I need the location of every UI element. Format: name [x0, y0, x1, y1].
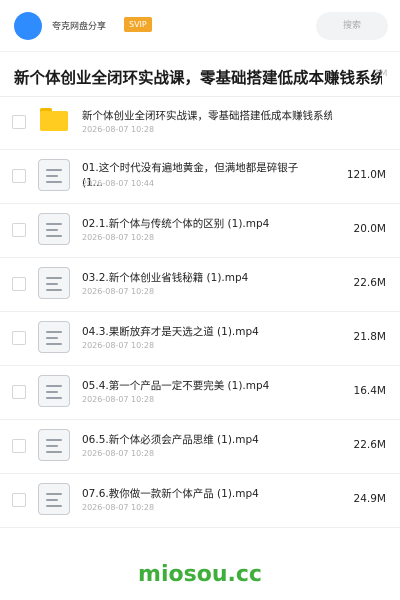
file-size: 20.0M — [353, 223, 386, 235]
header-bar: 夸克网盘分享 SVIP 搜索 — [0, 0, 400, 52]
file-name: 05.4.第一个产品一定不要完美 (1).mp4 — [82, 380, 270, 392]
file-row[interactable]: 01.这个时代没有遍地黄金，但满地都是碎银子 (1... 2026-08-07 … — [0, 150, 400, 204]
file-size: 21.8M — [353, 331, 386, 343]
row-checkbox[interactable] — [12, 115, 26, 129]
file-size: 22.6M — [353, 439, 386, 451]
file-size: 22.6M — [353, 277, 386, 289]
file-date: 2026-08-07 10:28 — [82, 341, 155, 350]
file-row[interactable]: 07.6.教你做一款新个体产品 (1).mp4 2026-08-07 10:28… — [0, 474, 400, 528]
row-checkbox[interactable] — [12, 331, 26, 345]
file-date: 2026-08-07 10:44 — [82, 179, 155, 188]
row-checkbox[interactable] — [12, 385, 26, 399]
row-checkbox[interactable] — [12, 439, 26, 453]
file-date: 2026-08-07 10:28 — [82, 125, 155, 134]
document-icon — [38, 267, 70, 299]
document-icon — [38, 429, 70, 461]
file-date: 2026-08-07 10:28 — [82, 233, 155, 242]
avatar[interactable] — [14, 12, 42, 40]
row-checkbox[interactable] — [12, 493, 26, 507]
file-size: 16.4M — [353, 385, 386, 397]
row-checkbox[interactable] — [12, 277, 26, 291]
file-row[interactable]: 03.2.新个体创业省钱秘籍 (1).mp4 2026-08-07 10:28 … — [0, 258, 400, 312]
search-input[interactable]: 搜索 — [316, 12, 388, 40]
file-name: 03.2.新个体创业省钱秘籍 (1).mp4 — [82, 272, 249, 284]
row-checkbox[interactable] — [12, 169, 26, 183]
title-suffix: 3M — [374, 69, 388, 79]
file-name: 06.5.新个体必须会产品思维 (1).mp4 — [82, 434, 259, 446]
file-row[interactable]: 02.1.新个体与传统个体的区别 (1).mp4 2026-08-07 10:2… — [0, 204, 400, 258]
row-checkbox[interactable] — [12, 223, 26, 237]
file-name: 新个体创业全闭环实战课，零基础搭建低成本赚钱系统 — [82, 110, 332, 122]
file-size: 121.0M — [346, 169, 386, 181]
file-row[interactable]: 05.4.第一个产品一定不要完美 (1).mp4 2026-08-07 10:2… — [0, 366, 400, 420]
file-date: 2026-08-07 10:28 — [82, 449, 155, 458]
document-icon — [38, 321, 70, 353]
svip-badge: SVIP — [124, 17, 152, 32]
file-size: 24.9M — [353, 493, 386, 505]
file-date: 2026-08-07 10:28 — [82, 503, 155, 512]
file-name: 07.6.教你做一款新个体产品 (1).mp4 — [82, 488, 259, 500]
page-title: 新个体创业全闭环实战课，零基础搭建低成本赚钱系统 — [14, 69, 382, 87]
file-row[interactable]: 04.3.果断放弃才是天选之道 (1).mp4 2026-08-07 10:28… — [0, 312, 400, 366]
document-icon — [38, 213, 70, 245]
document-icon — [38, 483, 70, 515]
document-icon — [38, 159, 70, 191]
watermark-text: miosou.cc — [138, 562, 262, 587]
file-name: 02.1.新个体与传统个体的区别 (1).mp4 — [82, 218, 270, 230]
file-row[interactable]: 06.5.新个体必须会产品思维 (1).mp4 2026-08-07 10:28… — [0, 420, 400, 474]
file-date: 2026-08-07 10:28 — [82, 395, 155, 404]
account-name[interactable]: 夸克网盘分享 — [52, 19, 106, 32]
file-date: 2026-08-07 10:28 — [82, 287, 155, 296]
file-name: 04.3.果断放弃才是天选之道 (1).mp4 — [82, 326, 259, 338]
folder-icon — [40, 108, 68, 131]
file-row-folder[interactable]: 新个体创业全闭环实战课，零基础搭建低成本赚钱系统 2026-08-07 10:2… — [0, 96, 400, 150]
document-icon — [38, 375, 70, 407]
